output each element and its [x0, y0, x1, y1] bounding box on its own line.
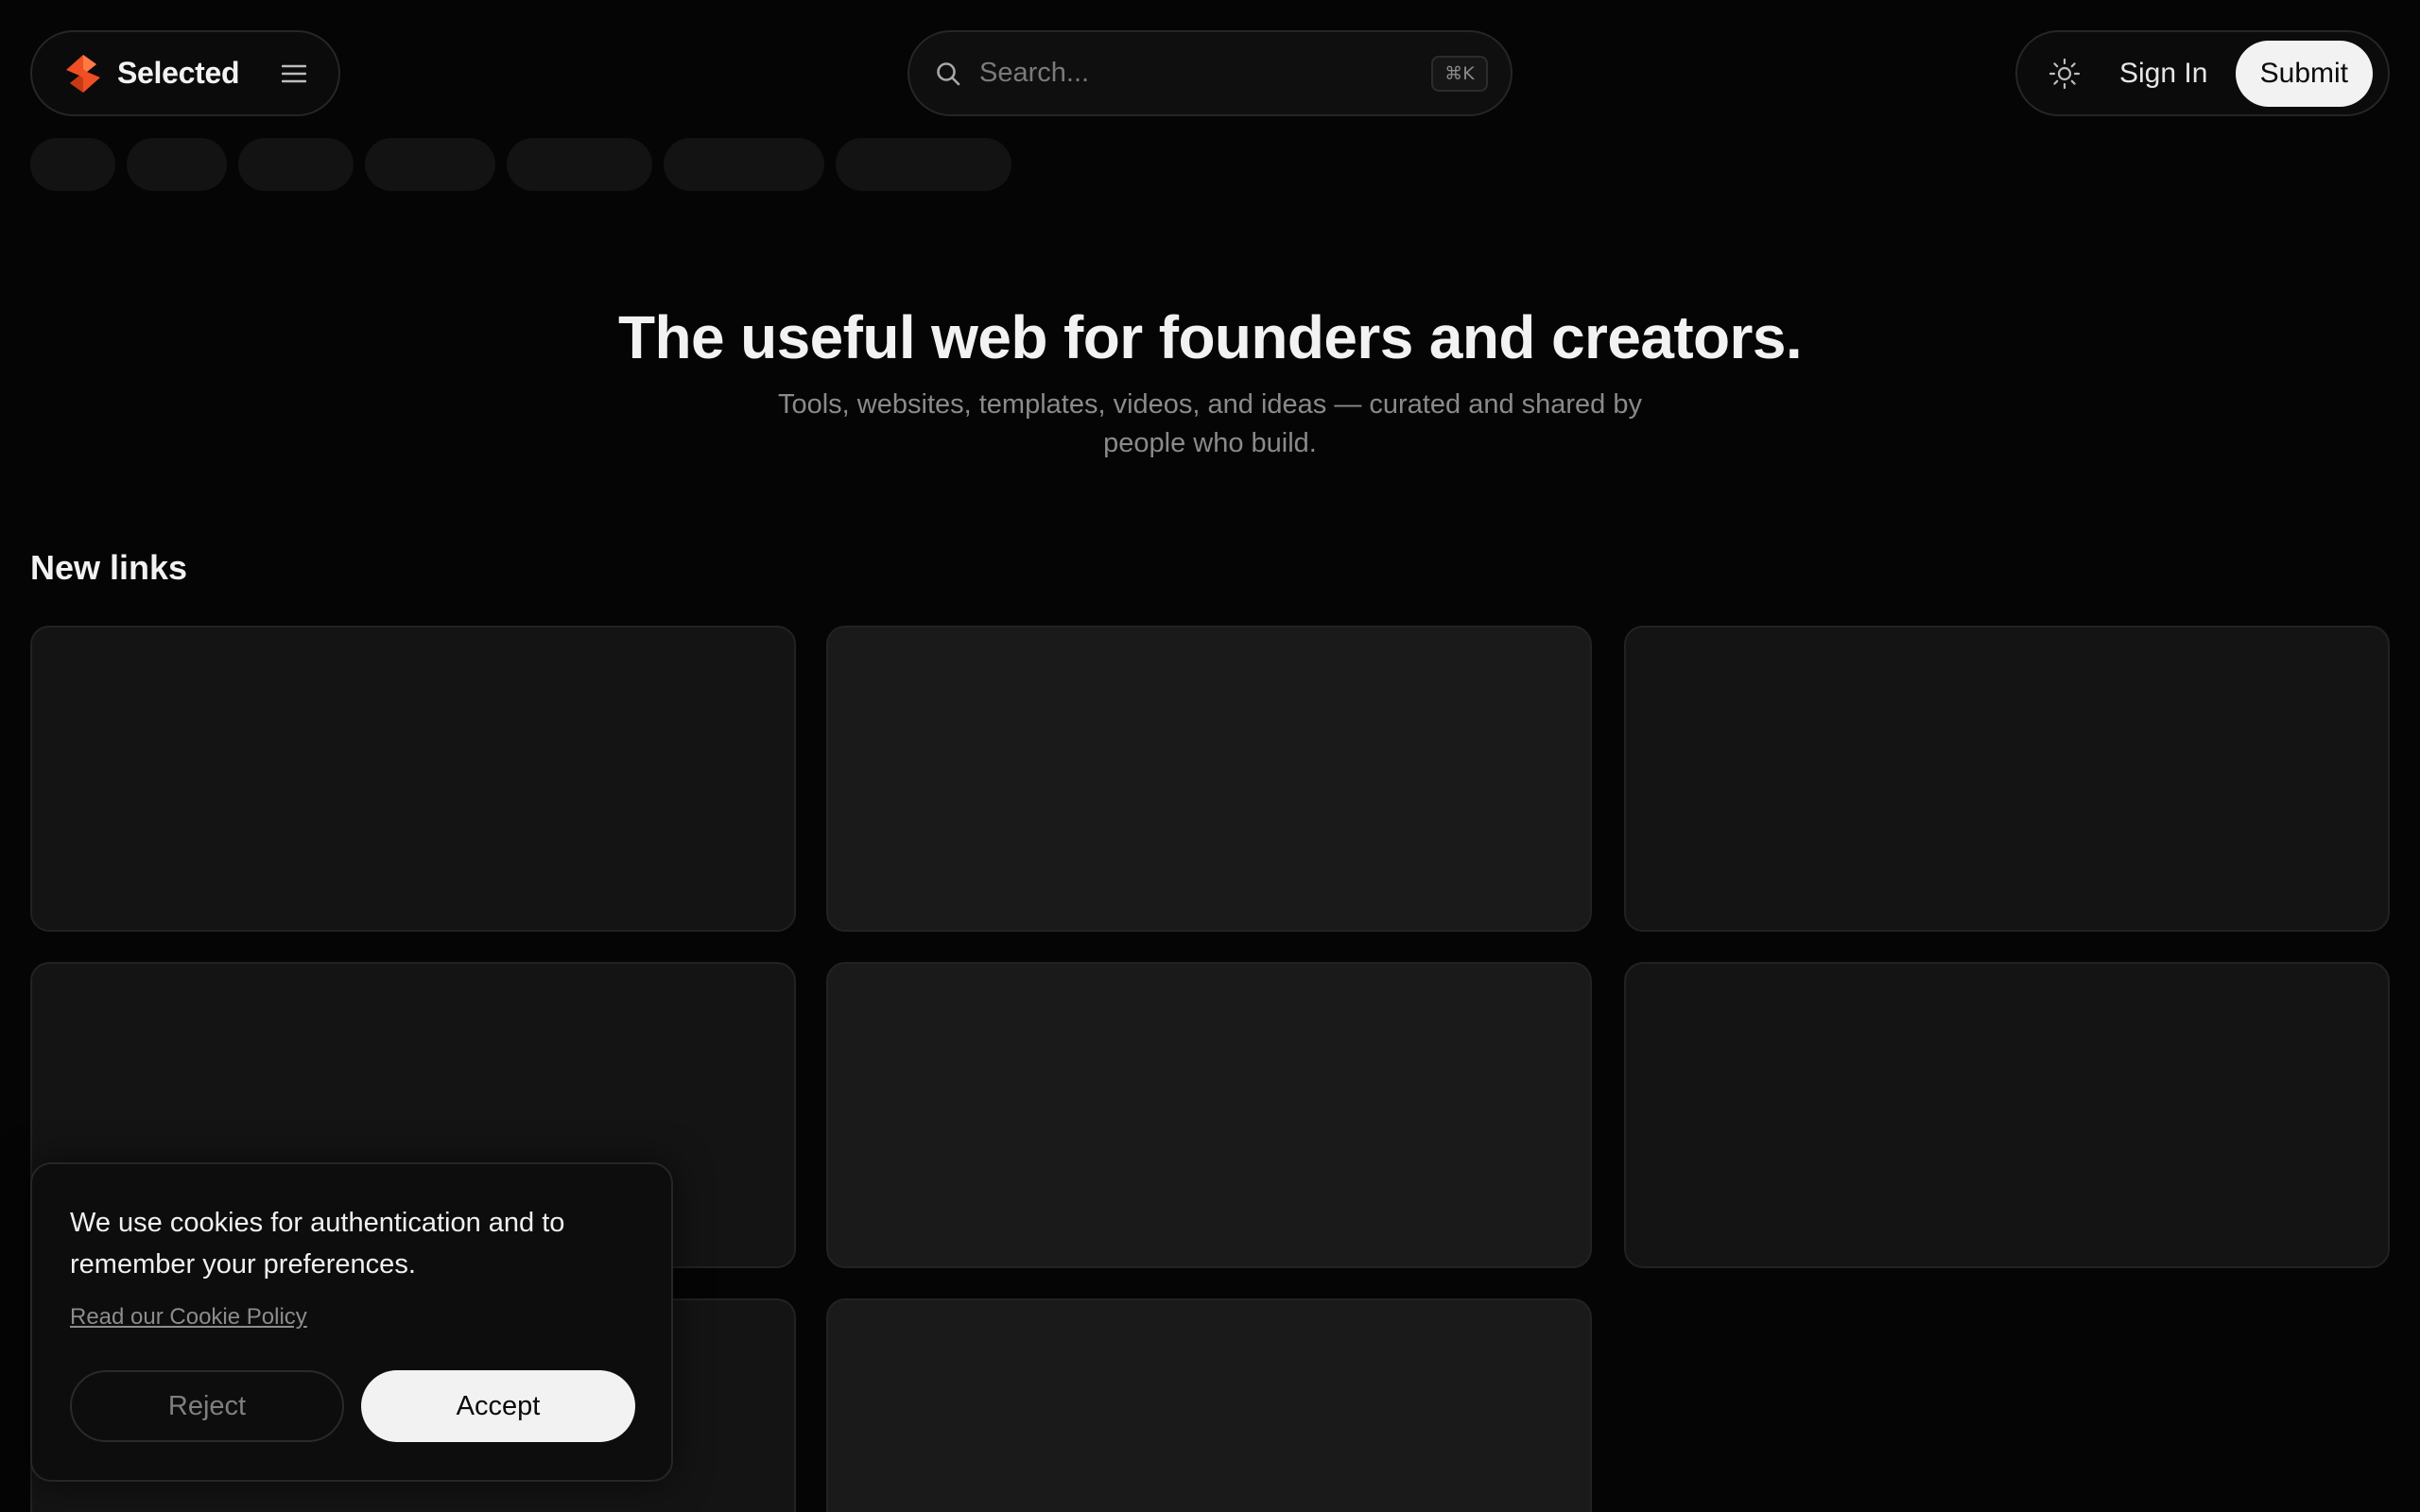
link-card-placeholder[interactable]: [826, 962, 1592, 1268]
accept-cookies-button[interactable]: Accept: [361, 1370, 635, 1442]
link-card-placeholder[interactable]: [1624, 962, 2390, 1268]
sign-in-button[interactable]: Sign In: [2119, 58, 2207, 90]
cookie-policy-link[interactable]: Read our Cookie Policy: [70, 1304, 307, 1331]
search-input[interactable]: [979, 44, 1431, 102]
page: Selected ⌘K: [0, 0, 2420, 1512]
category-chip-placeholder: [365, 138, 495, 191]
menu-button[interactable]: [277, 57, 311, 91]
category-chip-placeholder: [836, 138, 1011, 191]
category-chip-placeholder: [507, 138, 652, 191]
selected-logo-icon[interactable]: [62, 53, 104, 94]
category-chip-placeholder: [30, 138, 115, 191]
hamburger-menu-icon: [282, 64, 307, 82]
link-card-placeholder[interactable]: [30, 626, 796, 932]
hero-title: The useful web for founders and creators…: [617, 303, 1803, 371]
link-card-placeholder[interactable]: [826, 626, 1592, 932]
theme-toggle-button[interactable]: [2046, 55, 2083, 93]
sun-icon: [2048, 58, 2081, 89]
cookie-message: We use cookies for authentication and to…: [70, 1208, 565, 1280]
actions-bar: Sign In Submit: [2015, 30, 2390, 116]
search-bar[interactable]: ⌘K: [908, 30, 1512, 116]
new-links-heading: New links: [30, 548, 188, 587]
category-chip-placeholder: [238, 138, 354, 191]
hero-subtitle: Tools, websites, templates, videos, and …: [777, 389, 1642, 458]
brand-bar: Selected: [30, 30, 340, 116]
reject-cookies-button[interactable]: Reject: [70, 1370, 344, 1442]
link-card-placeholder[interactable]: [826, 1298, 1592, 1512]
search-shortcut-badge: ⌘K: [1431, 55, 1488, 92]
link-card-placeholder[interactable]: [1624, 626, 2390, 932]
brand-name[interactable]: Selected: [117, 56, 240, 91]
category-chip-placeholder: [664, 138, 824, 191]
search-icon: [937, 61, 960, 85]
cookie-consent-dialog: We use cookies for authentication and to…: [30, 1162, 673, 1482]
category-chip-placeholder: [127, 138, 227, 191]
submit-button[interactable]: Submit: [2235, 40, 2373, 107]
